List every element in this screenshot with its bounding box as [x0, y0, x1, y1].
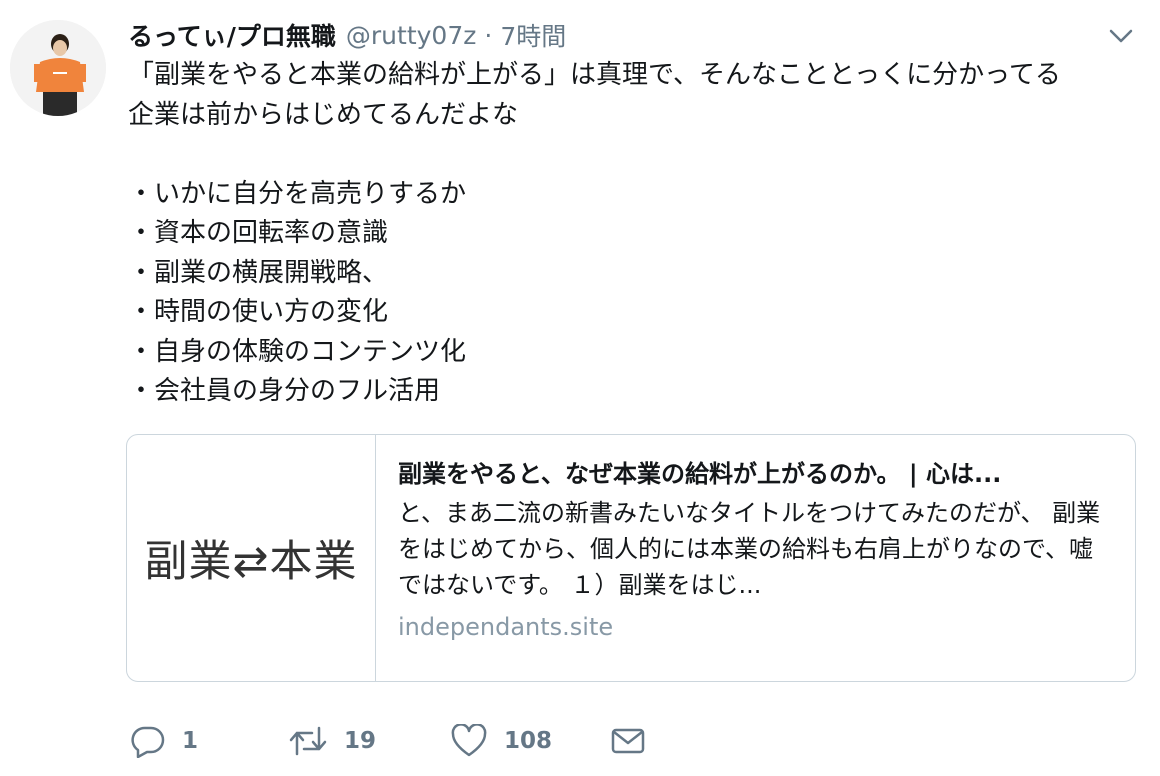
- reply-icon: [131, 726, 165, 758]
- card-title: 副業をやると、なぜ本業の給料が上がるのか。 | 心は...: [398, 460, 1002, 488]
- tweet-text: 「副業をやると本業の給料が上がる」は真理で、そんなこととっくに分かってる 企業は…: [128, 60, 1061, 406]
- author-handle[interactable]: @rutty07z: [346, 21, 476, 50]
- separator-dot: ·: [484, 20, 493, 50]
- reply-count: 1: [182, 728, 199, 754]
- retweet-icon: [289, 726, 327, 756]
- heart-icon: [451, 724, 487, 757]
- retweet-count: 19: [344, 728, 377, 754]
- tweet-header: るってぃ/プロ無職 @rutty07z · 7時間: [128, 16, 1090, 54]
- card-description: と、まあ二流の新書みたいなタイトルをつけてみたのだが、 副業をはじめてから、個人…: [398, 499, 1101, 599]
- card-thumbnail: 副業⇄本業: [127, 435, 376, 681]
- timestamp[interactable]: 7時間: [500, 17, 566, 53]
- card-content: 副業をやると、なぜ本業の給料が上がるのか。 | 心は... と、まあ二流の新書み…: [376, 435, 1135, 681]
- card-thumbnail-text: 副業⇄本業: [144, 537, 358, 587]
- reply-button[interactable]: 1: [130, 720, 198, 762]
- chevron-down-icon[interactable]: [1106, 22, 1136, 50]
- dm-button[interactable]: [610, 720, 662, 762]
- avatar-image: [10, 20, 106, 116]
- link-card[interactable]: 副業⇄本業 副業をやると、なぜ本業の給料が上がるのか。 | 心は... と、まあ…: [126, 434, 1136, 682]
- avatar[interactable]: [10, 20, 106, 116]
- author-name[interactable]: るってぃ/プロ無職: [128, 17, 336, 53]
- envelope-icon: [611, 728, 645, 754]
- card-domain: independants.site: [398, 613, 614, 641]
- retweet-button[interactable]: 19: [288, 720, 376, 762]
- like-button[interactable]: 108: [450, 720, 552, 762]
- like-count: 108: [504, 728, 553, 754]
